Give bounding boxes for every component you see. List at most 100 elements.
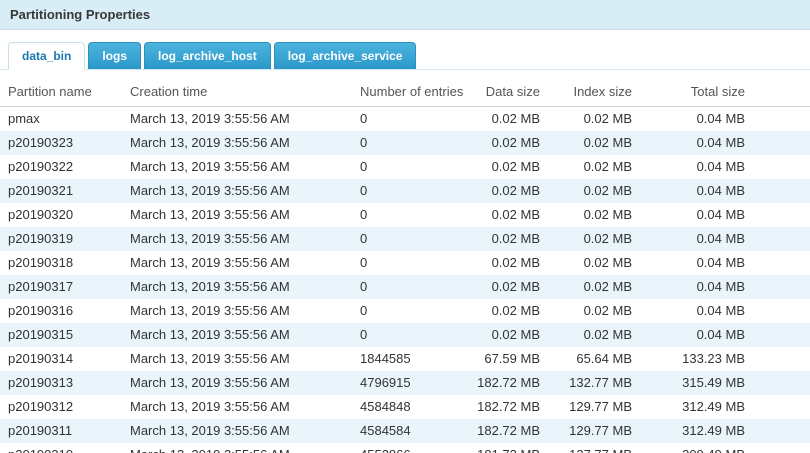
cell-number-of-entries: 0	[352, 251, 468, 275]
cell-index-size: 0.02 MB	[548, 179, 640, 203]
table-row[interactable]: p20190320March 13, 2019 3:55:56 AM00.02 …	[0, 203, 810, 227]
cell-data-size: 0.02 MB	[468, 179, 548, 203]
table-row[interactable]: p20190315March 13, 2019 3:55:56 AM00.02 …	[0, 323, 810, 347]
table-body: pmaxMarch 13, 2019 3:55:56 AM00.02 MB0.0…	[0, 107, 810, 453]
cell-number-of-entries: 4584584	[352, 419, 468, 443]
cell-creation-time: March 13, 2019 3:55:56 AM	[122, 179, 352, 203]
panel-title-bar: Partitioning Properties	[0, 0, 810, 30]
table-row[interactable]: p20190314March 13, 2019 3:55:56 AM184458…	[0, 347, 810, 371]
cell-creation-time: March 13, 2019 3:55:56 AM	[122, 251, 352, 275]
column-header-creation-time: Creation time	[122, 78, 352, 107]
cell-creation-time: March 13, 2019 3:55:56 AM	[122, 371, 352, 395]
cell-partition-name: p20190323	[0, 131, 122, 155]
cell-total-size: 309.49 MB	[640, 443, 810, 453]
cell-total-size: 0.04 MB	[640, 131, 810, 155]
tab-logs[interactable]: logs	[88, 42, 141, 69]
cell-partition-name: p20190319	[0, 227, 122, 251]
cell-index-size: 0.02 MB	[548, 275, 640, 299]
cell-index-size: 0.02 MB	[548, 131, 640, 155]
cell-creation-time: March 13, 2019 3:55:56 AM	[122, 227, 352, 251]
cell-index-size: 0.02 MB	[548, 107, 640, 132]
cell-data-size: 181.72 MB	[468, 443, 548, 453]
cell-index-size: 127.77 MB	[548, 443, 640, 453]
cell-index-size: 0.02 MB	[548, 299, 640, 323]
table-row[interactable]: p20190322March 13, 2019 3:55:56 AM0 0.02 …	[0, 155, 810, 179]
cell-data-size: 182.72 MB	[468, 395, 548, 419]
cell-partition-name: p20190317	[0, 275, 122, 299]
cell-number-of-entries: 0	[352, 275, 468, 299]
cell-data-size: 0.02 MB	[468, 227, 548, 251]
cell-partition-name: p20190320	[0, 203, 122, 227]
cell-number-of-entries: 0	[352, 155, 468, 179]
partitioning-properties-panel: Partitioning Properties data_binlogslog_…	[0, 0, 810, 453]
cell-creation-time: March 13, 2019 3:55:56 AM	[122, 347, 352, 371]
cell-creation-time: March 13, 2019 3:55:56 AM	[122, 131, 352, 155]
cell-creation-time: March 13, 2019 3:55:56 AM	[122, 155, 352, 179]
cell-total-size: 0.04 MB	[640, 299, 810, 323]
table-row[interactable]: p20190310March 13, 2019 3:55:56 AM455286…	[0, 443, 810, 453]
cell-number-of-entries: 0	[352, 203, 468, 227]
tab-log-archive-host[interactable]: log_archive_host	[144, 42, 271, 69]
cell-partition-name: p20190311	[0, 419, 122, 443]
cell-index-size: 129.77 MB	[548, 419, 640, 443]
cell-partition-name: p20190314	[0, 347, 122, 371]
table-row[interactable]: p20190323March 13, 2019 3:55:56 AM00.02 …	[0, 131, 810, 155]
cell-index-size: 65.64 MB	[548, 347, 640, 371]
tab-data-bin[interactable]: data_bin	[8, 42, 85, 70]
column-header-data-size: Data size	[468, 78, 548, 107]
cell-data-size: 0.02 MB	[468, 275, 548, 299]
table-row[interactable]: p20190317March 13, 2019 3:55:56 AM00.02 …	[0, 275, 810, 299]
table-row[interactable]: p20190312March 13, 2019 3:55:56 AM458484…	[0, 395, 810, 419]
cell-partition-name: p20190316	[0, 299, 122, 323]
column-header-total-size: Total size	[640, 78, 810, 107]
table-header-row: Partition nameCreation timeNumber of ent…	[0, 78, 810, 107]
cell-partition-name: p20190310	[0, 443, 122, 453]
tab-log-archive-service[interactable]: log_archive_service	[274, 42, 417, 69]
cell-creation-time: March 13, 2019 3:55:56 AM	[122, 443, 352, 453]
cell-index-size: 0.02 MB	[548, 227, 640, 251]
table-row[interactable]: pmaxMarch 13, 2019 3:55:56 AM00.02 MB0.0…	[0, 107, 810, 132]
cell-number-of-entries: 4796915	[352, 371, 468, 395]
cell-index-size: 0.02 MB	[548, 251, 640, 275]
cell-total-size: 133.23 MB	[640, 347, 810, 371]
cell-data-size: 0.02 MB	[468, 203, 548, 227]
cell-partition-name: p20190322	[0, 155, 122, 179]
cell-creation-time: March 13, 2019 3:55:56 AM	[122, 395, 352, 419]
cell-partition-name: p20190321	[0, 179, 122, 203]
cell-total-size: 312.49 MB	[640, 419, 810, 443]
table-row[interactable]: p20190316March 13, 2019 3:55:56 AM00.02 …	[0, 299, 810, 323]
cell-creation-time: March 13, 2019 3:55:56 AM	[122, 203, 352, 227]
column-header-index-size: Index size	[548, 78, 640, 107]
cell-data-size: 0.02 MB	[468, 131, 548, 155]
partitions-table: Partition nameCreation timeNumber of ent…	[0, 78, 810, 453]
table-row[interactable]: p20190321March 13, 2019 3:55:56 AM00.02 …	[0, 179, 810, 203]
table-row[interactable]: p20190313March 13, 2019 3:55:56 AM479691…	[0, 371, 810, 395]
cell-index-size: 132.77 MB	[548, 371, 640, 395]
cell-data-size: 0.02 MB	[468, 107, 548, 132]
cell-number-of-entries: 0	[352, 227, 468, 251]
cell-total-size: 0.04 MB	[640, 107, 810, 132]
cell-data-size: 0.02 MB	[468, 323, 548, 347]
cell-number-of-entries: 0	[352, 323, 468, 347]
cell-number-of-entries: 0	[352, 179, 468, 203]
cell-creation-time: March 13, 2019 3:55:56 AM	[122, 419, 352, 443]
cell-total-size: 0.04 MB	[640, 251, 810, 275]
cell-total-size: 0.04 MB	[640, 203, 810, 227]
cell-data-size: 182.72 MB	[468, 419, 548, 443]
partitions-table-container: Partition nameCreation timeNumber of ent…	[0, 70, 810, 453]
table-row[interactable]: p20190311March 13, 2019 3:55:56 AM458458…	[0, 419, 810, 443]
panel-title: Partitioning Properties	[10, 7, 150, 22]
table-row[interactable]: p20190319March 13, 2019 3:55:56 AM00.02 …	[0, 227, 810, 251]
cell-index-size: 129.77 MB	[548, 395, 640, 419]
cell-partition-name: p20190312	[0, 395, 122, 419]
cell-total-size: 312.49 MB	[640, 395, 810, 419]
cell-number-of-entries: 0	[352, 107, 468, 132]
cell-number-of-entries: 0	[352, 299, 468, 323]
cell-partition-name: pmax	[0, 107, 122, 132]
cell-index-size: 0.02 MB	[548, 155, 640, 179]
table-row[interactable]: p20190318March 13, 2019 3:55:56 AM00.02 …	[0, 251, 810, 275]
cell-number-of-entries: 0	[352, 131, 468, 155]
column-header-number-of-entries: Number of entries	[352, 78, 468, 107]
cell-number-of-entries: 1844585	[352, 347, 468, 371]
cell-partition-name: p20190313	[0, 371, 122, 395]
